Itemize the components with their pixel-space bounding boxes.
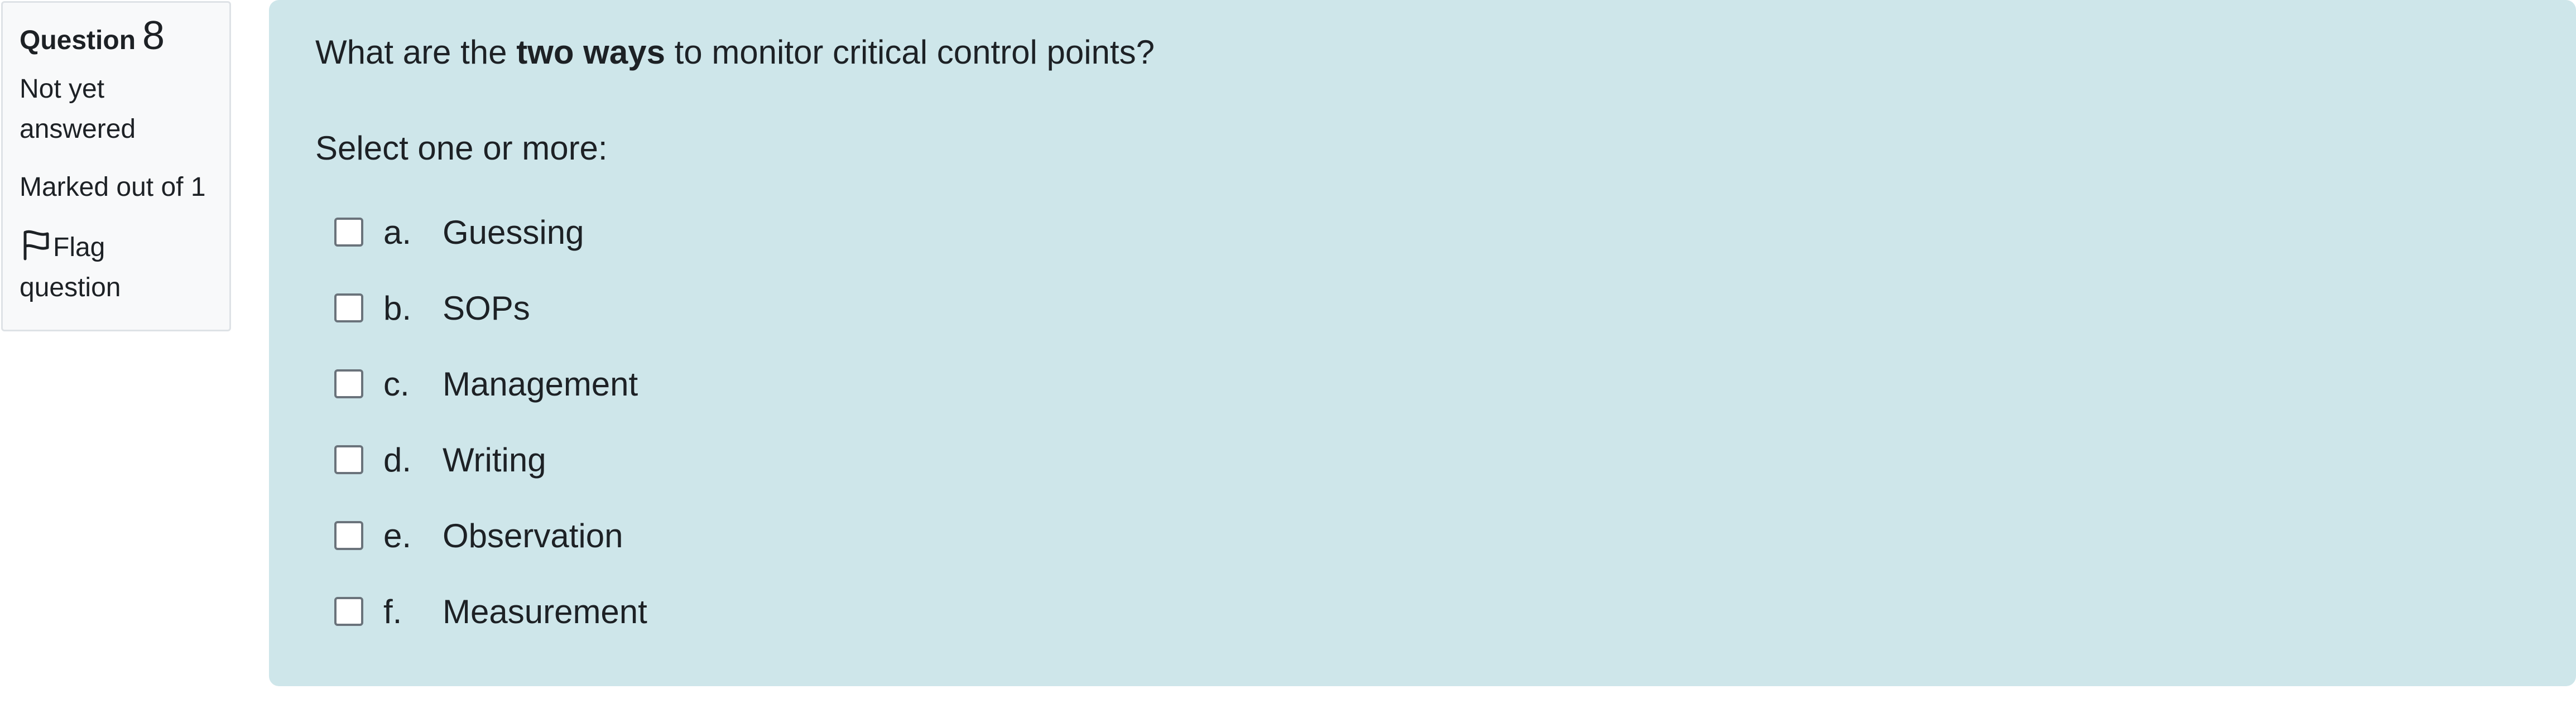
flag-icon [20,228,53,262]
answer-option-e[interactable]: e. Observation [315,498,2530,573]
question-label: Question [20,26,136,55]
question-text-end: to monitor critical control points? [665,33,1155,71]
flag-question-link[interactable]: Flag question [20,228,213,308]
answer-label-d: Writing [443,441,546,479]
answer-option-b[interactable]: b. SOPs [315,270,2530,346]
answer-letter-d: d. [383,441,412,479]
answer-option-a[interactable]: a. Guessing [315,194,2530,270]
answer-label-c: Management [443,365,638,403]
answer-option-c[interactable]: c. Management [315,346,2530,422]
answer-checkbox-e[interactable] [334,521,363,550]
answer-checkbox-b[interactable] [334,293,363,322]
answer-checkbox-d[interactable] [334,445,363,474]
answer-letter-e: e. [383,517,412,555]
question-text: What are the two ways to monitor critica… [315,27,2530,78]
answer-label-f: Measurement [443,592,647,630]
question-info-panel: Question 8 Not yet answered Marked out of… [1,1,231,331]
answer-label-e: Observation [443,517,623,555]
answer-letter-c: c. [383,365,410,403]
question-content-panel: What are the two ways to monitor critica… [269,0,2576,686]
question-number: 8 [142,13,165,58]
question-text-emphasis: two ways [516,33,665,71]
answer-letter-f: f. [383,592,402,630]
answer-option-f[interactable]: f. Measurement [315,573,2530,649]
question-number-heading: Question 8 [20,16,213,60]
answer-options: a. Guessing b. SOPs c. Management d. Writing… [315,194,2530,649]
answer-checkbox-c[interactable] [334,369,363,398]
answer-label-b: SOPs [443,289,530,327]
answer-label-a: Guessing [443,213,584,251]
question-state: Not yet answered [20,74,136,144]
answer-letter-a: a. [383,213,412,251]
answer-letter-b: b. [383,289,412,327]
answer-checkbox-f[interactable] [334,597,363,626]
answer-prompt: Select one or more: [315,129,608,167]
question-grade: Marked out of 1 [20,172,206,202]
question-text-start: What are the [315,33,517,71]
answer-checkbox-a[interactable] [334,218,363,247]
answer-option-d[interactable]: d. Writing [315,422,2530,498]
